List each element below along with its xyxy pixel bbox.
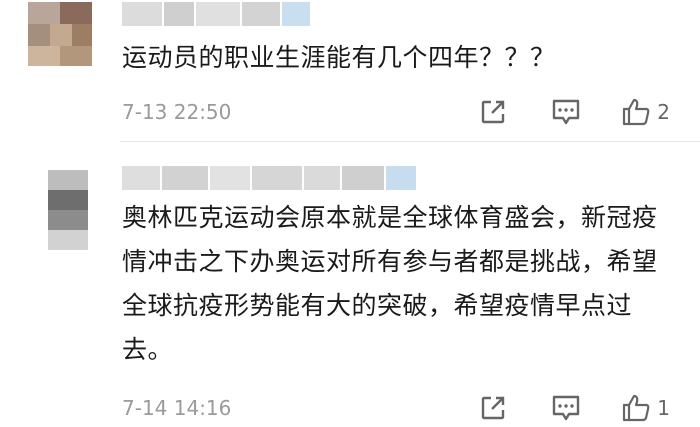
like-count: 2 (657, 100, 670, 124)
comment-meta: 7-13 22:50 2 (122, 94, 670, 130)
like-button[interactable]: 2 (621, 97, 670, 127)
comment-icon (553, 99, 580, 125)
like-count: 1 (657, 396, 670, 420)
username[interactable] (122, 2, 310, 26)
avatar[interactable] (28, 2, 92, 66)
comment-timestamp: 7-14 14:16 (122, 396, 232, 420)
comment-icon (553, 395, 580, 421)
share-icon (482, 396, 505, 420)
like-button[interactable]: 1 (621, 393, 670, 423)
thumbs-up-icon (623, 394, 650, 422)
reply-button[interactable] (551, 98, 581, 126)
comment-timestamp: 7-13 22:50 (122, 100, 232, 124)
comment-actions: 2 (479, 94, 670, 130)
comment-item: 奥林匹克运动会原本就是全球体育盛会，新冠疫情冲击之下办奥运对所有参与者都是挑战，… (0, 146, 700, 427)
comment-item: 运动员的职业生涯能有几个四年？？？ 7-13 22:50 2 (0, 0, 700, 140)
comment-divider (120, 141, 700, 142)
share-button[interactable] (479, 394, 507, 422)
share-icon (482, 100, 505, 124)
username[interactable] (122, 166, 416, 190)
comment-meta: 7-14 14:16 1 (122, 390, 670, 426)
avatar[interactable] (48, 170, 88, 250)
comment-text: 运动员的职业生涯能有几个四年？？？ (122, 43, 556, 72)
reply-button[interactable] (551, 394, 581, 422)
comment-text: 奥林匹克运动会原本就是全球体育盛会，新冠疫情冲击之下办奥运对所有参与者都是挑战，… (122, 203, 658, 364)
thumbs-up-icon (623, 98, 650, 126)
comment-actions: 1 (479, 390, 670, 426)
share-button[interactable] (479, 98, 507, 126)
